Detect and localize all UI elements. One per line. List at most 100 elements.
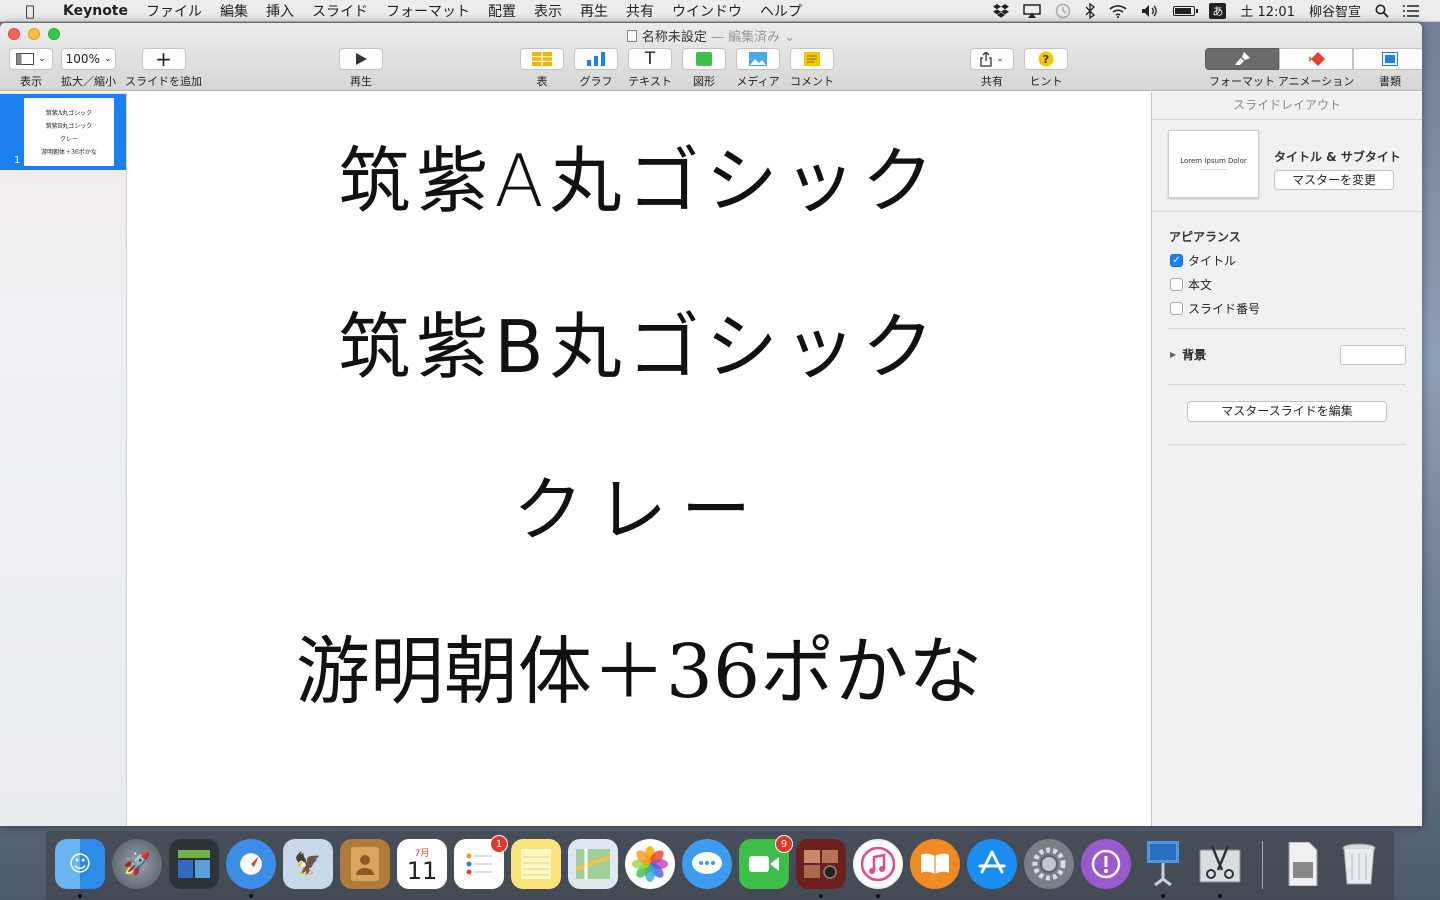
app-store-icon[interactable] — [967, 839, 1017, 889]
table-icon — [520, 48, 564, 70]
running-indicator — [1218, 894, 1222, 898]
plus-icon: + — [141, 47, 186, 71]
menu-help[interactable]: ヘルプ — [751, 1, 811, 21]
menu-view[interactable]: 表示 — [525, 1, 571, 21]
body-checkbox-row[interactable]: 本文 — [1170, 276, 1212, 293]
checkbox[interactable] — [1170, 302, 1183, 315]
downloads-stack-icon[interactable] — [1277, 839, 1327, 889]
text-icon: T — [628, 48, 672, 70]
thumb-line: 游明朝体＋36ポかな — [41, 149, 97, 156]
play-label: 再生 — [350, 75, 372, 88]
menu-insert[interactable]: 挿入 — [257, 1, 303, 21]
comment-button[interactable]: コメント — [790, 48, 834, 89]
chart-button[interactable]: グラフ — [574, 48, 618, 89]
airplay-icon[interactable] — [1016, 3, 1048, 18]
thumb-line: クレー — [59, 136, 78, 143]
apple-menu-icon[interactable]:  — [20, 2, 40, 20]
tab-animate[interactable]: アニメーション — [1278, 48, 1354, 89]
menu-edit[interactable]: 編集 — [211, 1, 257, 21]
menu-play[interactable]: 再生 — [571, 1, 617, 21]
finder-icon[interactable]: ☺ — [55, 839, 105, 889]
chevron-down-icon[interactable]: ⌄ — [780, 30, 795, 45]
play-button[interactable]: 再生 — [339, 48, 383, 89]
mail-icon[interactable]: 🦅 — [283, 839, 333, 889]
input-method-icon[interactable]: あ — [1202, 2, 1233, 19]
itunes-icon[interactable] — [853, 839, 903, 889]
slide-text-line-1[interactable]: 筑紫A丸ゴシック — [127, 122, 1151, 227]
time-machine-icon[interactable] — [1048, 3, 1078, 19]
slide-text-line-3[interactable]: クレー — [127, 454, 1151, 555]
tab-format[interactable]: フォーマット — [1205, 48, 1279, 89]
text-label: テキスト — [628, 75, 672, 88]
photos-icon[interactable] — [625, 839, 675, 889]
title-checkbox-row[interactable]: ✓ タイトル — [1170, 252, 1236, 269]
facetime-icon[interactable]: 9 — [739, 835, 793, 889]
reminders-icon[interactable]: 1 — [454, 835, 508, 889]
zoom-control[interactable]: 100% ⌄ 拡大／縮小 — [61, 48, 116, 89]
slide-text-line-2[interactable]: 筑紫B丸ゴシック — [127, 288, 1151, 393]
tips-button[interactable]: ? ヒント — [1024, 48, 1068, 89]
checkbox-checked[interactable]: ✓ — [1170, 254, 1183, 267]
text-button[interactable]: T テキスト — [628, 48, 672, 89]
thumb-line: 筑紫A丸ゴシック — [45, 110, 93, 117]
clock[interactable]: 土 12:01 — [1233, 1, 1302, 20]
messages-icon[interactable] — [682, 839, 732, 889]
ibooks-icon[interactable] — [910, 839, 960, 889]
add-slide-button[interactable]: + スライドを追加 — [125, 47, 202, 89]
menu-share[interactable]: 共有 — [617, 1, 663, 21]
menu-arrange[interactable]: 配置 — [479, 1, 525, 21]
bluetooth-icon[interactable] — [1078, 2, 1102, 19]
photo-booth-icon[interactable] — [796, 839, 846, 889]
safari-icon[interactable] — [226, 839, 276, 889]
menu-file[interactable]: ファイル — [137, 1, 211, 21]
chevron-down-icon: ⌄ — [103, 54, 112, 64]
change-master-button[interactable]: マスターを変更 — [1274, 170, 1394, 190]
mission-control-icon[interactable] — [169, 839, 219, 889]
notes-icon[interactable] — [511, 839, 561, 889]
dropbox-icon[interactable] — [986, 3, 1016, 18]
media-button[interactable]: メディア — [736, 48, 780, 89]
launchpad-icon[interactable]: 🚀 — [112, 839, 162, 889]
menu-format[interactable]: フォーマット — [377, 1, 479, 21]
view-button[interactable]: ⌄ 表示 — [9, 48, 53, 89]
keynote-icon[interactable] — [1138, 839, 1188, 889]
layout-name: タイトル & サブタイト — [1274, 150, 1401, 164]
spotlight-icon[interactable] — [1368, 4, 1396, 18]
background-disclosure[interactable]: ▶ 背景 — [1170, 346, 1206, 363]
menu-window[interactable]: ウインドウ — [663, 1, 751, 21]
shape-icon — [682, 48, 726, 70]
volume-icon[interactable] — [1134, 4, 1166, 18]
slide-canvas[interactable]: 筑紫A丸ゴシック 筑紫B丸ゴシック クレー 游明朝体＋36ポかな — [127, 92, 1151, 826]
running-indicator — [876, 894, 880, 898]
dock: ☺ 🚀 🦅 7月 11 1 9 — [46, 831, 1394, 900]
edit-master-slide-button[interactable]: マスタースライドを編集 — [1187, 401, 1387, 422]
wifi-icon[interactable] — [1102, 4, 1134, 18]
slide-text-line-4[interactable]: 游明朝体＋36ポかな — [127, 612, 1151, 719]
shape-button[interactable]: 図形 — [682, 48, 726, 89]
status-area: あ 土 12:01 柳谷智宣 — [986, 1, 1440, 20]
maps-icon[interactable] — [568, 839, 618, 889]
slide-number-checkbox-row[interactable]: スライド番号 — [1170, 300, 1260, 317]
screenshot-icon[interactable] — [1195, 839, 1245, 889]
background-color-well[interactable] — [1340, 345, 1406, 365]
feedback-assistant-icon[interactable] — [1081, 839, 1131, 889]
trash-icon[interactable] — [1334, 839, 1384, 889]
document-title[interactable]: 名称未設定 — 編集済み ⌄ — [0, 26, 1422, 45]
checkbox-label: タイトル — [1188, 254, 1237, 268]
user-name[interactable]: 柳谷智宣 — [1302, 1, 1368, 20]
tab-document[interactable]: 書類 — [1353, 48, 1422, 89]
slide-thumbnail-selected[interactable]: 1 筑紫A丸ゴシック 筑紫B丸ゴシック クレー 游明朝体＋36ポかな — [0, 94, 126, 170]
layout-thumbnail[interactable]: Lorem Ipsum Dolor ——————— — [1168, 130, 1259, 198]
thumb-line: 筑紫B丸ゴシック — [45, 123, 93, 130]
notification-center-icon[interactable] — [1396, 4, 1426, 17]
table-button[interactable]: 表 — [520, 48, 564, 89]
slide-thumbnail[interactable]: 筑紫A丸ゴシック 筑紫B丸ゴシック クレー 游明朝体＋36ポかな — [24, 98, 114, 166]
calendar-icon[interactable]: 7月 11 — [397, 839, 447, 889]
system-preferences-icon[interactable] — [1024, 839, 1074, 889]
share-button[interactable]: ⌄ 共有 — [970, 48, 1014, 89]
menu-app[interactable]: Keynote — [54, 3, 137, 19]
menu-slide[interactable]: スライド — [303, 1, 377, 21]
battery-icon[interactable] — [1166, 5, 1202, 16]
contacts-icon[interactable] — [340, 839, 390, 889]
checkbox[interactable] — [1170, 278, 1183, 291]
